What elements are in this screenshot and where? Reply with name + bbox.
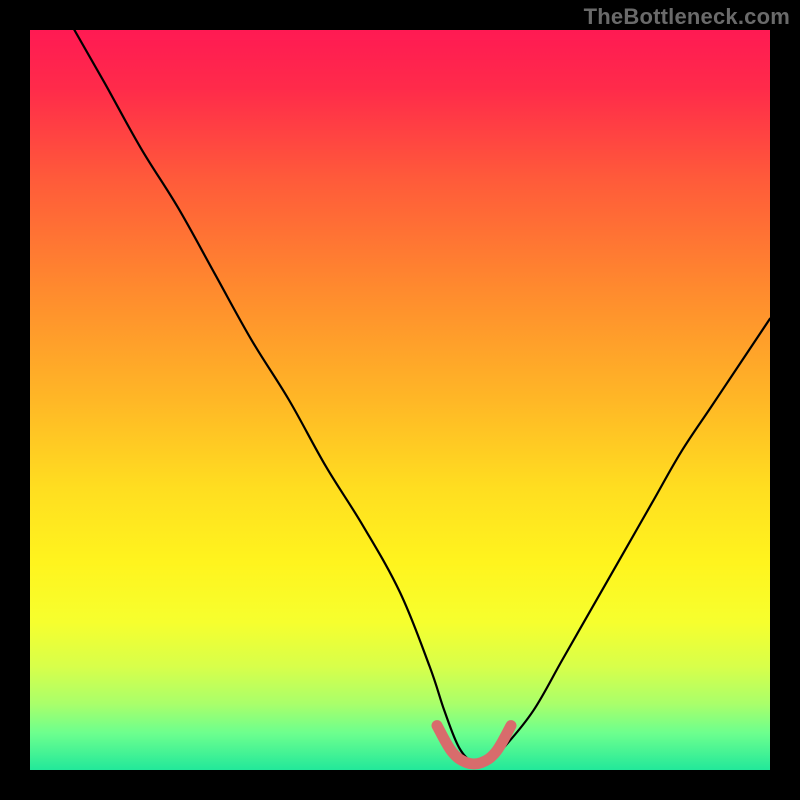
chart-frame: TheBottleneck.com bbox=[0, 0, 800, 800]
bottom-highlight bbox=[437, 726, 511, 765]
curve-layer bbox=[30, 30, 770, 770]
plot-area bbox=[30, 30, 770, 770]
watermark-text: TheBottleneck.com bbox=[584, 4, 790, 30]
bottleneck-curve bbox=[74, 30, 770, 765]
